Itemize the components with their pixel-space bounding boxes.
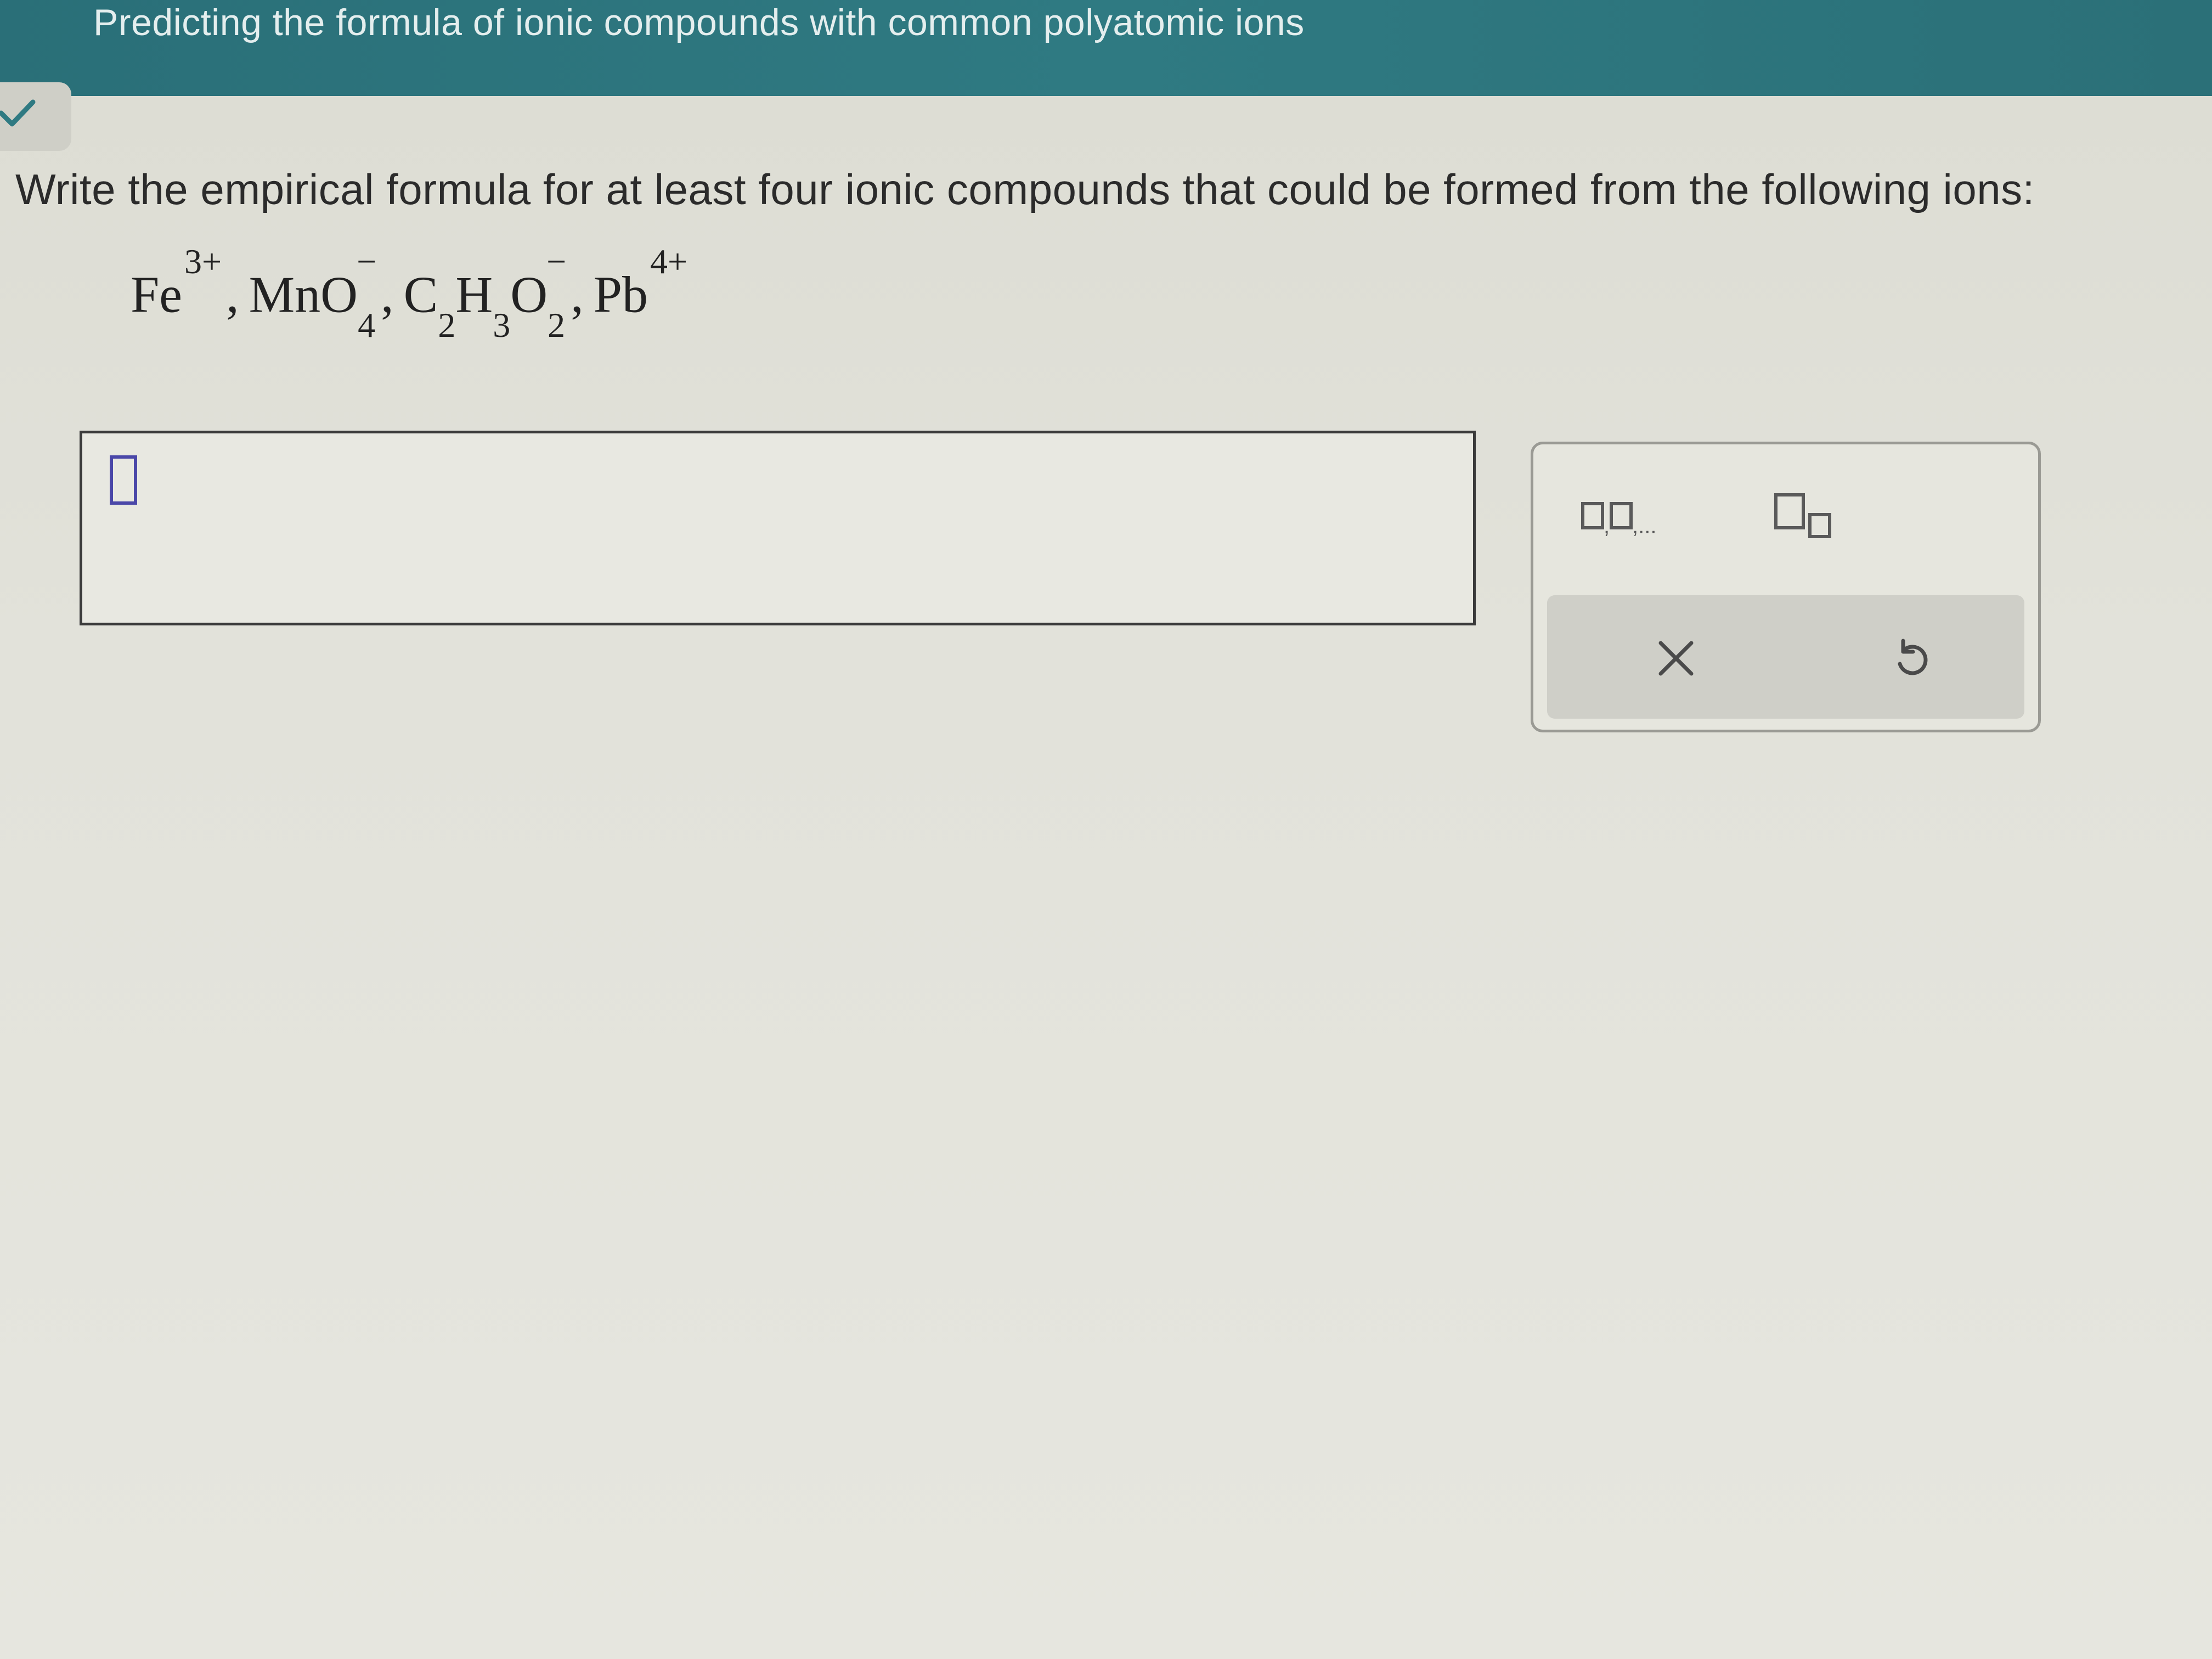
ion-iron-charge: 3+ — [184, 242, 222, 281]
ion-permanganate-charge: − — [357, 242, 377, 281]
ion-acetate-charge: − — [546, 242, 567, 281]
svg-text:,: , — [1604, 514, 1610, 538]
header-bar: Predicting the formula of ionic compound… — [0, 0, 2212, 96]
ion-lead: Pb4+ — [593, 242, 687, 324]
ion-permanganate: MnO4 − — [249, 242, 377, 345]
status-check-tab[interactable] — [0, 82, 71, 151]
ion-list: Fe3+, MnO4−, C2H3O2−, Pb4+ — [131, 242, 687, 345]
list-tool-button[interactable]: , ,... — [1566, 483, 1698, 549]
svg-text:,...: ,... — [1632, 514, 1656, 538]
ion-acetate-h: H — [455, 266, 493, 324]
ion-separator: , — [571, 266, 584, 324]
list-of-boxes-icon: , ,... — [1581, 502, 1656, 538]
action-bar — [1547, 595, 2024, 719]
ion-lead-symbol: Pb — [593, 266, 648, 324]
question-prompt: Write the empirical formula for at least… — [15, 165, 2035, 213]
ion-acetate-c-subscript: 2 — [438, 306, 456, 345]
ion-acetate-o: O — [510, 266, 548, 324]
ion-iron: Fe3+ — [131, 242, 222, 324]
ion-acetate-h-subscript: 3 — [493, 306, 511, 345]
undo-button[interactable] — [1879, 625, 1945, 691]
clear-button[interactable] — [1643, 625, 1709, 691]
undo-icon — [1898, 639, 1928, 675]
subscript-box-icon — [1774, 493, 1831, 538]
checkmark-icon — [0, 99, 36, 127]
ion-separator: , — [381, 266, 394, 324]
page-title: Predicting the formula of ionic compound… — [93, 2, 1305, 43]
subscript-tool-button[interactable] — [1742, 483, 1874, 549]
ion-acetate-o-subscript: 2 — [548, 306, 566, 345]
math-toolbar: , ,... — [1531, 442, 2041, 732]
ion-separator: , — [226, 266, 239, 324]
ion-lead-charge: 4+ — [650, 242, 688, 281]
ion-permanganate-symbol: MnO — [249, 266, 358, 324]
ion-acetate: C2H3O2− — [403, 242, 567, 345]
ion-permanganate-subscript: 4 — [358, 306, 376, 345]
close-icon — [1658, 641, 1694, 676]
ion-acetate-c: C — [403, 266, 438, 324]
answer-input[interactable] — [80, 431, 1476, 625]
ion-iron-symbol: Fe — [131, 266, 182, 324]
input-placeholder-box[interactable] — [110, 455, 137, 505]
